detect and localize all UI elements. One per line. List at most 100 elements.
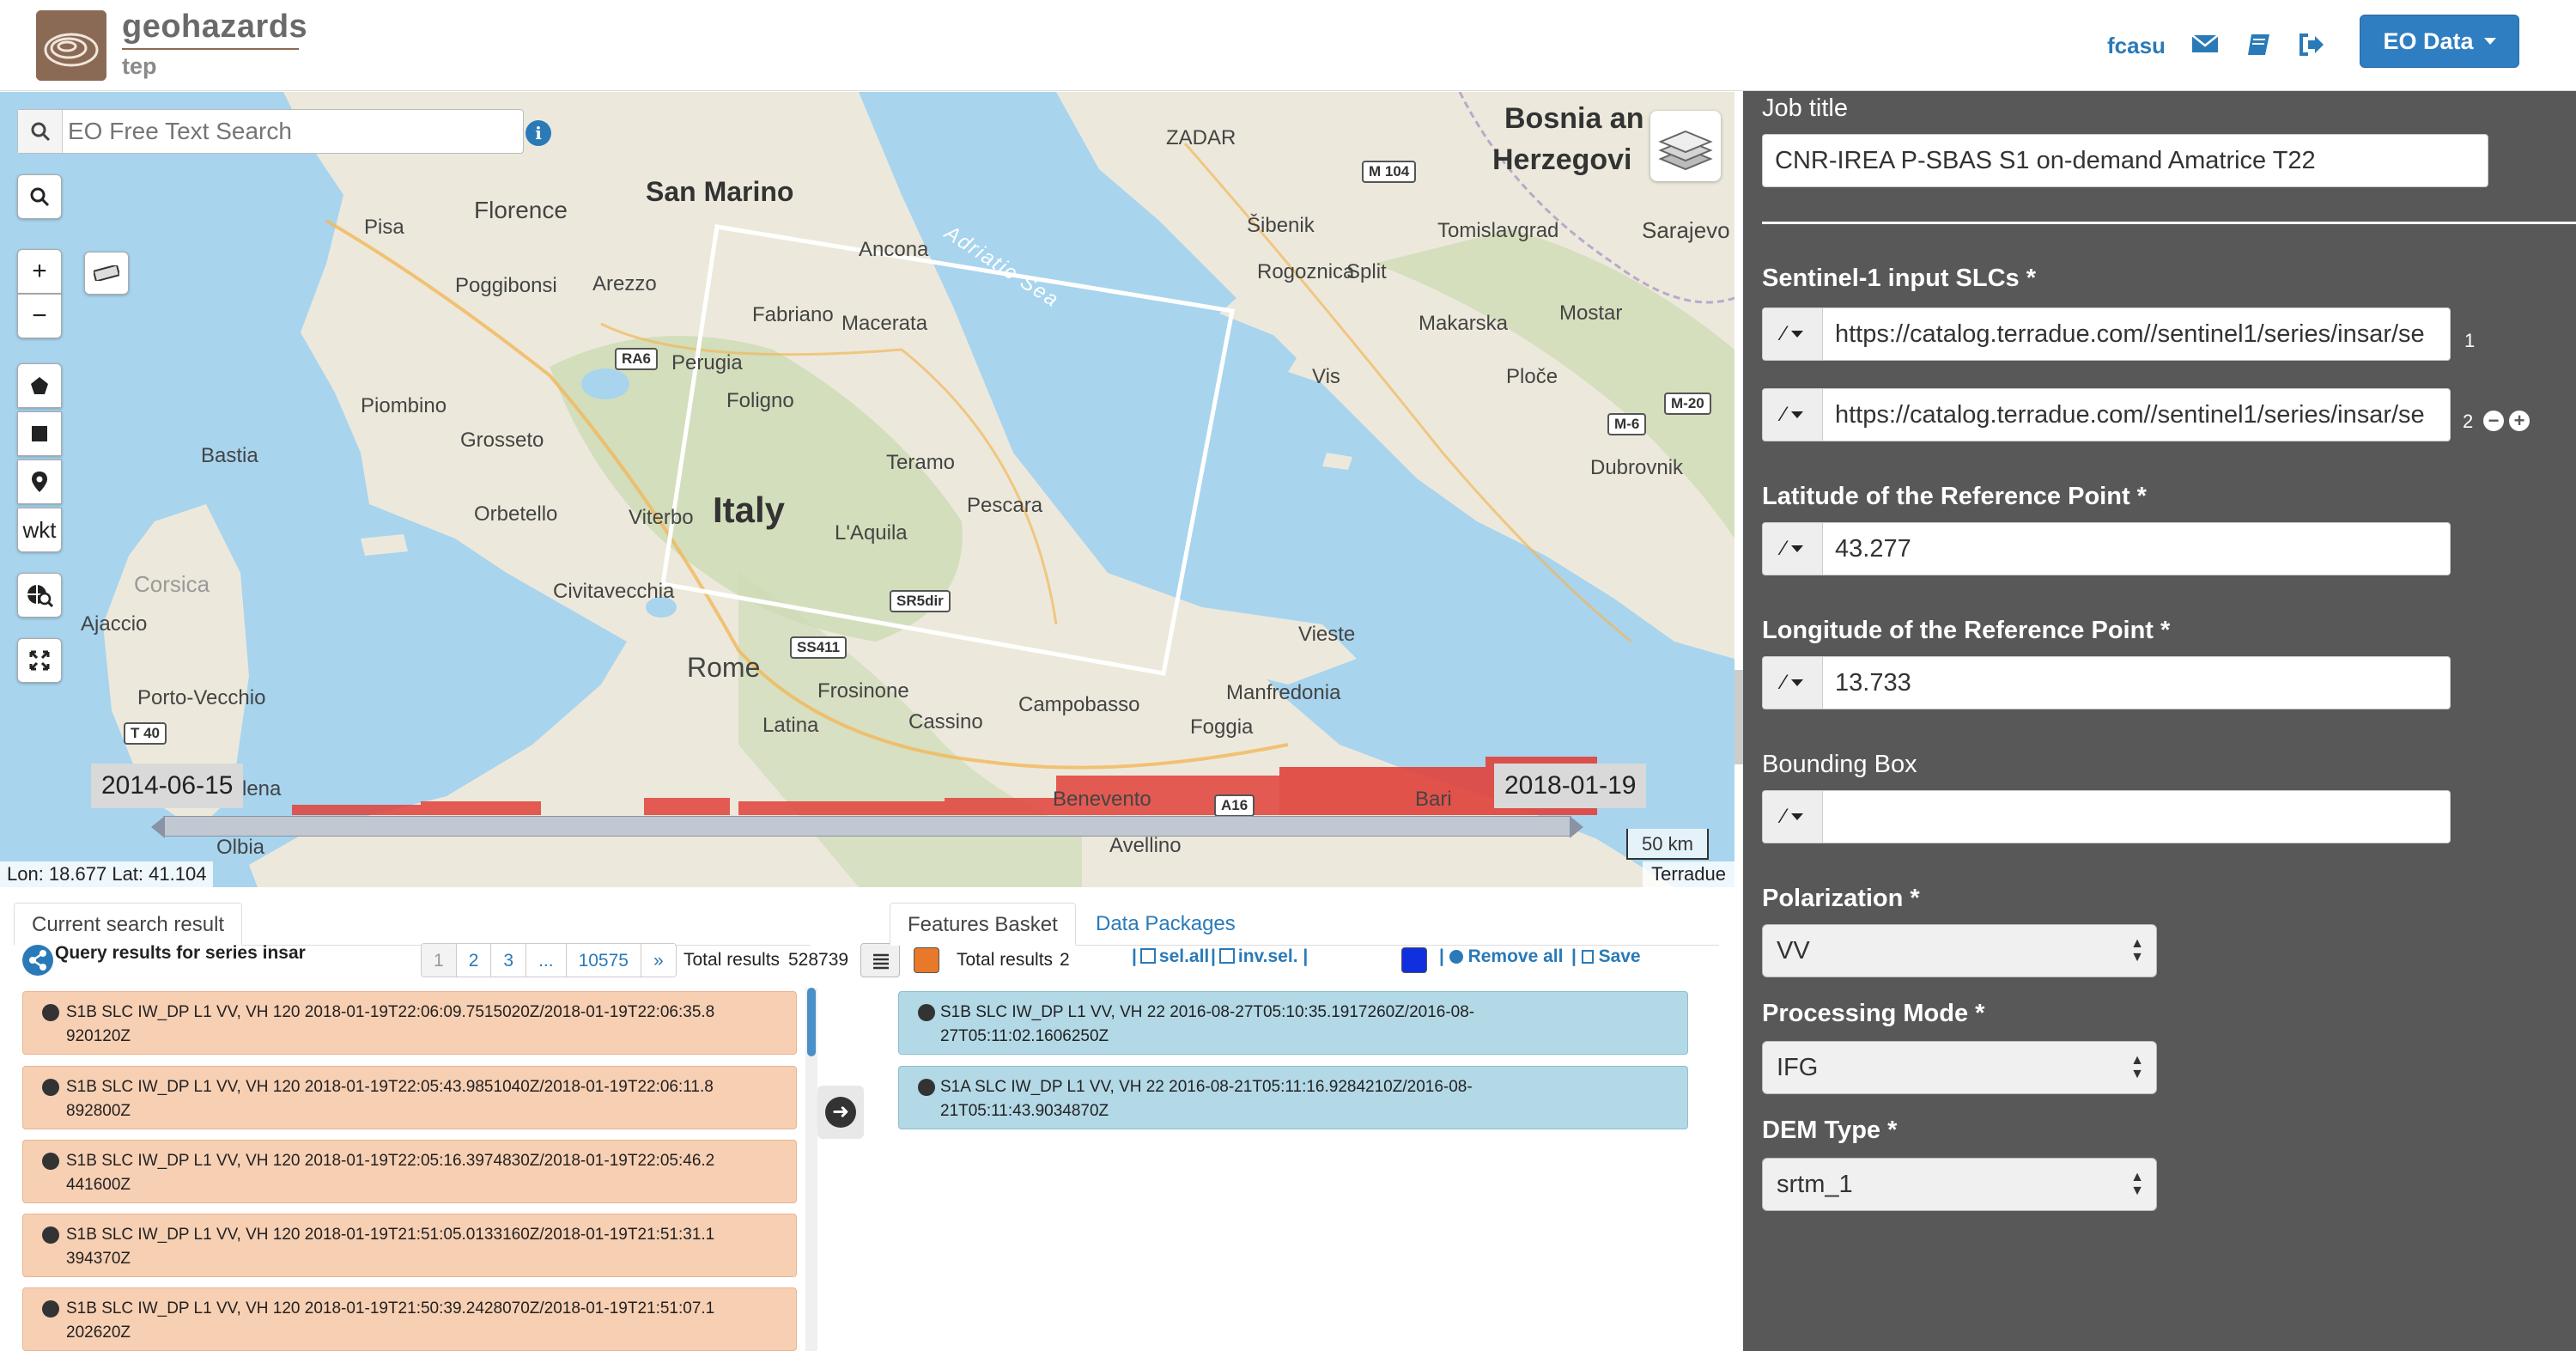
slc-input-1[interactable]: ⁄ https://catalog.terradue.com//sentinel… <box>1762 307 2451 361</box>
layers-icon[interactable] <box>1650 111 1721 181</box>
eo-data-button[interactable]: EO Data <box>2360 15 2519 68</box>
invert-selection-label: inv.sel. <box>1237 946 1298 966</box>
ruler-button[interactable] <box>84 252 129 295</box>
label-grosseto: Grosseto <box>460 429 544 452</box>
results-scroll-thumb[interactable] <box>807 988 816 1056</box>
eo-data-label: EO Data <box>2383 27 2474 54</box>
page-2[interactable]: 2 <box>456 944 492 977</box>
share-icon[interactable] <box>22 945 53 976</box>
timeline-end-date[interactable]: 2018-01-19 <box>1494 764 1647 808</box>
page-3[interactable]: 3 <box>491 944 527 977</box>
arrow-right-icon: ➜ <box>825 1097 856 1128</box>
label-italy: Italy <box>713 490 786 530</box>
slc-input-2[interactable]: ⁄ https://catalog.terradue.com//sentinel… <box>1762 388 2451 441</box>
page-last[interactable]: 10575 <box>566 944 641 977</box>
basket-blue-swatch[interactable] <box>1401 947 1427 973</box>
result-item[interactable]: S1B SLC IW_DP L1 VV, VH 120 2018-01-19T2… <box>22 991 797 1055</box>
globe-search-icon[interactable] <box>17 573 62 618</box>
page-1[interactable]: 1 <box>422 944 457 977</box>
road-ra6: RA6 <box>615 348 659 370</box>
timeline-slider[interactable] <box>163 816 1571 837</box>
results-scrollbar[interactable] <box>805 988 817 1351</box>
zoom-in-button[interactable]: + <box>17 249 62 294</box>
select-all-link[interactable]: | sel.all <box>1132 946 1209 967</box>
draw-rectangle-button[interactable] <box>17 411 62 456</box>
result-item[interactable]: S1B SLC IW_DP L1 VV, VH 120 2018-01-19T2… <box>22 1066 797 1129</box>
results-total-value: 528739 <box>788 950 849 970</box>
tab-current-search-result[interactable]: Current search result <box>14 903 243 946</box>
label-porto-vecchio: Porto-Vecchio <box>137 686 266 709</box>
result-item[interactable]: S1B SLC IW_DP L1 VV, VH 120 2018-01-19T2… <box>22 1214 797 1277</box>
label-piombino: Piombino <box>361 394 447 417</box>
tab-data-packages[interactable]: Data Packages <box>1078 903 1253 946</box>
wand-menu-button[interactable]: ⁄ <box>1763 308 1823 360</box>
label-rome: Rome <box>687 652 761 683</box>
wkt-button[interactable]: wkt <box>17 508 62 552</box>
timeline-right-handle[interactable] <box>1570 816 1583 838</box>
book-icon[interactable] <box>2246 33 2275 58</box>
geohazards-logo[interactable] <box>36 10 106 81</box>
wand-menu-button[interactable]: ⁄ <box>1763 657 1823 709</box>
info-icon[interactable]: i <box>526 120 551 146</box>
user-link[interactable]: fcasu <box>2107 33 2166 59</box>
road-m20: M-20 <box>1664 393 1711 415</box>
wand-icon: ⁄ <box>1782 671 1786 694</box>
bounding-box-input[interactable]: ⁄ <box>1762 790 2451 843</box>
map-attribution[interactable]: Terradue <box>1643 861 1735 887</box>
list-view-button[interactable] <box>860 943 900 977</box>
map-view[interactable]: Italy Bosnia an Herzegovi San Marino Flo… <box>0 92 1735 887</box>
basket-item[interactable]: S1B SLC IW_DP L1 VV, VH 22 2016-08-27T05… <box>898 991 1688 1055</box>
save-link[interactable]: | Save <box>1571 946 1641 967</box>
result-line-2: 892800Z <box>66 1102 131 1120</box>
remove-all-link[interactable]: | Remove all <box>1439 946 1563 967</box>
result-item[interactable]: S1B SLC IW_DP L1 VV, VH 120 2018-01-19T2… <box>22 1287 797 1351</box>
job-title-input[interactable]: CNR-IREA P-SBAS S1 on-demand Amatrice T2… <box>1762 134 2488 187</box>
label-laquila: L'Aquila <box>835 521 908 545</box>
wand-menu-button[interactable]: ⁄ <box>1763 389 1823 441</box>
basket-color-swatch[interactable] <box>914 947 939 973</box>
fullscreen-icon[interactable] <box>17 638 62 683</box>
results-total-label: Total results <box>683 950 781 970</box>
zoom-out-button[interactable]: − <box>17 294 62 338</box>
label-perugia: Perugia <box>671 351 743 374</box>
chevron-down-icon <box>1790 331 1803 338</box>
processing-mode-select[interactable]: IFG ▲ ▼ <box>1762 1041 2157 1094</box>
basket-item[interactable]: S1A SLC IW_DP L1 VV, VH 22 2016-08-21T05… <box>898 1066 1688 1129</box>
tab-features-basket[interactable]: Features Basket <box>890 903 1076 946</box>
splitter-handle[interactable] <box>1735 670 1743 764</box>
dem-type-select[interactable]: srtm_1 ▲ ▼ <box>1762 1158 2157 1211</box>
slc-index-2: 2 <box>2463 411 2474 432</box>
longitude-input[interactable]: ⁄ 13.733 <box>1762 656 2451 709</box>
select-all-label: sel.all <box>1158 946 1210 966</box>
page-ellipsis[interactable]: ... <box>526 944 567 977</box>
result-line-1: S1B SLC IW_DP L1 VV, VH 120 2018-01-19T2… <box>66 1003 715 1021</box>
polarization-select[interactable]: VV ▲ ▼ <box>1762 924 2157 977</box>
wand-menu-button[interactable]: ⁄ <box>1763 523 1823 575</box>
eo-search-input[interactable] <box>68 115 514 148</box>
latitude-input[interactable]: ⁄ 43.277 <box>1762 522 2451 575</box>
result-item[interactable]: S1B SLC IW_DP L1 VV, VH 120 2018-01-19T2… <box>22 1140 797 1203</box>
remove-slc-icon[interactable]: − <box>2483 411 2504 431</box>
select-arrows-icon: ▲ ▼ <box>2130 1053 2144 1081</box>
globe-icon <box>42 1153 59 1170</box>
page-next[interactable]: » <box>641 944 676 977</box>
wkt-label: wkt <box>22 516 57 543</box>
map-search-button[interactable] <box>17 174 62 219</box>
search-icon[interactable] <box>18 110 63 153</box>
save-label: Save <box>1598 946 1641 966</box>
timeline-start-date[interactable]: 2014-06-15 <box>91 764 244 808</box>
globe-icon <box>918 1079 935 1096</box>
label-pescara: Pescara <box>967 494 1043 517</box>
result-line-1: S1B SLC IW_DP L1 VV, VH 120 2018-01-19T2… <box>66 1299 715 1318</box>
mail-icon[interactable] <box>2191 33 2221 58</box>
slc-index-1: 1 <box>2464 330 2476 351</box>
wand-menu-button[interactable]: ⁄ <box>1763 791 1823 843</box>
logout-icon[interactable] <box>2298 33 2327 58</box>
timeline-left-handle[interactable] <box>151 816 165 838</box>
label-tomislavgrad: Tomislavgrad <box>1437 219 1559 242</box>
draw-marker-button[interactable] <box>17 459 62 504</box>
add-slc-icon[interactable]: + <box>2509 411 2530 431</box>
add-to-basket-button[interactable]: ➜ <box>817 1086 864 1139</box>
draw-polygon-button[interactable] <box>17 363 62 408</box>
invert-selection-link[interactable]: | inv.sel. | <box>1211 946 1308 967</box>
